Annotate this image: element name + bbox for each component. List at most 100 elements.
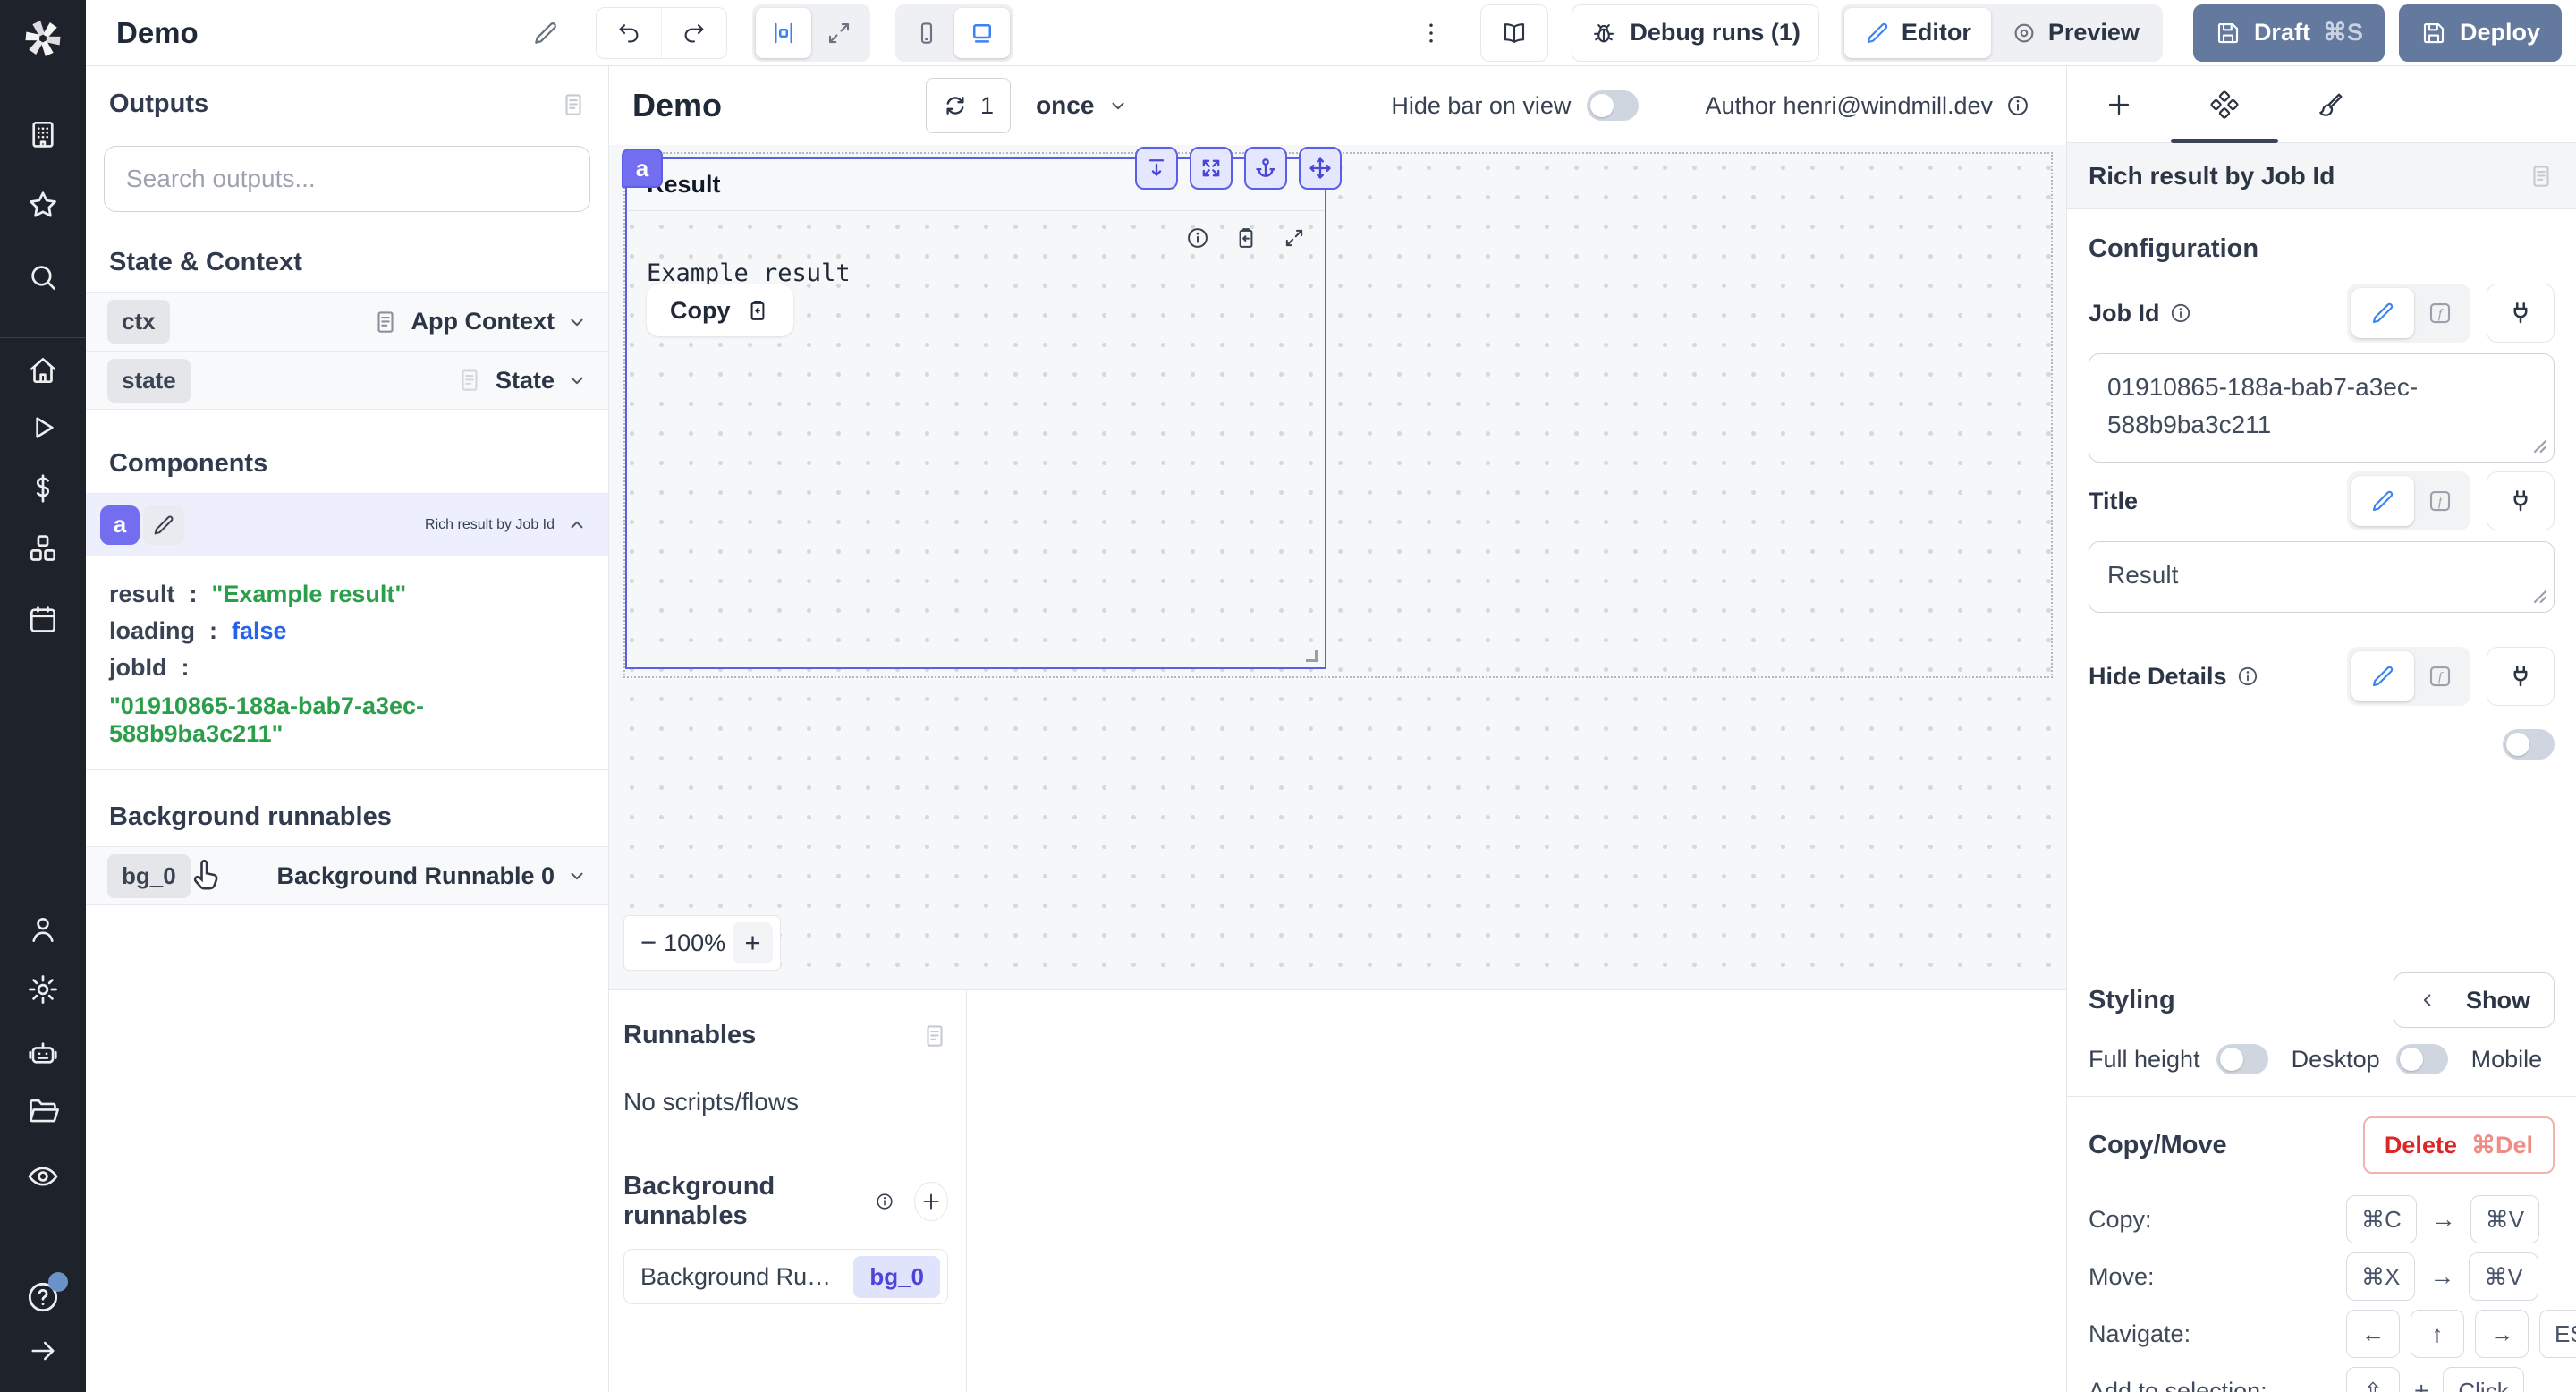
svg-text:f: f — [2438, 496, 2444, 510]
undo-button[interactable] — [597, 8, 661, 58]
refresh-schedule-dropdown[interactable]: once — [1036, 91, 1128, 120]
move-handle[interactable] — [1299, 147, 1342, 190]
chevron-down-icon[interactable] — [567, 312, 587, 332]
bg-runnable-row[interactable]: bg_0 Background Runnable 0 — [86, 846, 608, 905]
bg-runnable-label: Background Runnable 0 — [276, 862, 555, 889]
static-mode-pencil-button[interactable] — [2351, 651, 2414, 701]
chevron-down-icon[interactable] — [567, 370, 587, 390]
static-mode-pencil-button[interactable] — [2351, 476, 2414, 526]
deploy-button[interactable]: Deploy — [2398, 4, 2562, 62]
workspace-icon[interactable] — [21, 113, 64, 156]
full-height-toggle[interactable] — [2216, 1044, 2268, 1074]
variables-icon[interactable] — [21, 467, 64, 510]
delete-component-button[interactable]: Delete ⌘Del — [2362, 1116, 2555, 1174]
zoom-out-button[interactable]: − — [640, 927, 657, 959]
runs-icon[interactable] — [21, 406, 64, 449]
audit-eye-icon[interactable] — [21, 1155, 64, 1198]
ctx-output-row[interactable]: ctx App Context — [86, 292, 608, 351]
connect-plug-button[interactable] — [2487, 647, 2555, 706]
tab-component-settings-icon[interactable] — [2210, 89, 2239, 119]
mobile-view-button[interactable] — [899, 8, 954, 58]
help-icon[interactable] — [21, 1272, 68, 1319]
json-key[interactable]: jobId — [109, 654, 166, 682]
add-bg-runnable-button[interactable] — [914, 1182, 948, 1221]
connect-plug-button[interactable] — [2487, 471, 2555, 530]
json-key[interactable]: loading — [109, 617, 195, 645]
desktop-toggle[interactable] — [2395, 1044, 2448, 1074]
draft-button[interactable]: Draft ⌘S — [2192, 4, 2385, 62]
bg-runnable-item[interactable]: Background Runna... bg_0 — [623, 1249, 948, 1304]
connect-plug-button[interactable] — [2487, 284, 2555, 343]
settings-gear-icon[interactable] — [21, 968, 64, 1011]
bg0-badge[interactable]: bg_0 — [107, 853, 191, 898]
folders-icon[interactable] — [21, 1090, 64, 1133]
copy-result-clipboard-icon[interactable] — [1233, 225, 1258, 250]
doc-icon[interactable] — [2528, 163, 2555, 190]
info-icon[interactable] — [2005, 93, 2030, 118]
tab-insert-plus-icon[interactable] — [2105, 90, 2133, 119]
debug-runs-button[interactable]: Debug runs (1) — [1572, 4, 1819, 62]
zoom-in-button[interactable]: + — [733, 922, 773, 963]
copy-button[interactable]: Copy — [647, 284, 793, 336]
state-output-row[interactable]: state State — [86, 351, 608, 410]
docs-book-button[interactable] — [1480, 4, 1549, 62]
collapse-rail-arrow-icon[interactable] — [21, 1329, 64, 1372]
app-canvas[interactable]: a Result Example result Copy − 100% + — [609, 145, 2066, 989]
anchor-handle[interactable] — [1244, 147, 1287, 190]
hide-details-toggle[interactable] — [2503, 729, 2555, 760]
chevron-up-icon[interactable] — [567, 515, 587, 535]
component-id-badge[interactable]: a — [100, 505, 140, 545]
resize-corner-icon[interactable] — [2533, 439, 2547, 454]
expression-mode-button[interactable]: f — [2414, 651, 2466, 701]
doc-icon[interactable] — [921, 1023, 948, 1049]
title-input[interactable]: Result — [2089, 541, 2555, 613]
windmill-logo-icon[interactable] — [15, 11, 71, 66]
refresh-count-button[interactable]: 1 — [926, 78, 1012, 133]
expression-mode-button[interactable]: f — [2414, 288, 2466, 338]
chevron-down-icon[interactable] — [567, 866, 587, 886]
editor-preview-toggle: Editor Preview — [1840, 4, 2163, 62]
json-key[interactable]: result — [109, 581, 175, 608]
expression-mode-button[interactable]: f — [2414, 476, 2466, 526]
fullscreen-handle[interactable] — [1190, 147, 1233, 190]
tab-styling-brush-icon[interactable] — [2316, 90, 2344, 119]
show-styling-button[interactable]: Show — [2394, 972, 2555, 1028]
ctx-badge[interactable]: ctx — [107, 300, 170, 344]
expand-result-icon[interactable] — [1282, 225, 1307, 250]
hide-bar-label: Hide bar on view — [1391, 91, 1572, 119]
workers-robot-icon[interactable] — [21, 1031, 64, 1074]
info-icon[interactable] — [875, 1190, 894, 1213]
schedules-icon[interactable] — [21, 598, 64, 641]
favorites-icon[interactable] — [21, 183, 64, 226]
user-icon[interactable] — [21, 908, 64, 951]
resources-icon[interactable] — [21, 527, 64, 570]
resize-corner-icon[interactable] — [2533, 590, 2547, 604]
selected-component-tag[interactable]: a — [622, 149, 663, 188]
editor-tab[interactable]: Editor — [1843, 7, 1991, 58]
home-icon[interactable] — [21, 349, 64, 392]
static-mode-pencil-button[interactable] — [2351, 288, 2414, 338]
rename-app-pencil-icon[interactable] — [531, 19, 560, 47]
search-outputs-input[interactable] — [104, 146, 590, 212]
desktop-view-button[interactable] — [953, 7, 1010, 58]
state-badge[interactable]: state — [107, 358, 191, 403]
info-icon[interactable] — [2169, 301, 2192, 325]
more-menu-kebab-icon[interactable] — [1418, 20, 1445, 47]
state-label: State — [495, 366, 555, 394]
component-a-row[interactable]: a Rich result by Job Id — [86, 493, 608, 556]
selected-result-component[interactable]: Result Example result Copy — [625, 157, 1326, 669]
doc-icon[interactable] — [560, 91, 587, 118]
preview-tab[interactable]: Preview — [1991, 8, 2159, 58]
edit-component-pencil-icon[interactable] — [143, 505, 184, 545]
expand-down-handle[interactable] — [1135, 147, 1178, 190]
redo-button[interactable] — [662, 8, 726, 58]
bg0-badge[interactable]: bg_0 — [853, 1255, 940, 1298]
component-resize-handle[interactable] — [1306, 650, 1318, 662]
full-width-layout-button[interactable] — [811, 8, 867, 58]
info-icon[interactable] — [2236, 665, 2259, 688]
centered-layout-button[interactable] — [755, 7, 811, 58]
hide-bar-toggle[interactable] — [1587, 90, 1640, 121]
search-icon[interactable] — [21, 256, 64, 299]
info-icon[interactable] — [1185, 225, 1210, 250]
job-id-input[interactable]: 01910865-188a-bab7-a3ec-588b9ba3c211 — [2089, 353, 2555, 463]
